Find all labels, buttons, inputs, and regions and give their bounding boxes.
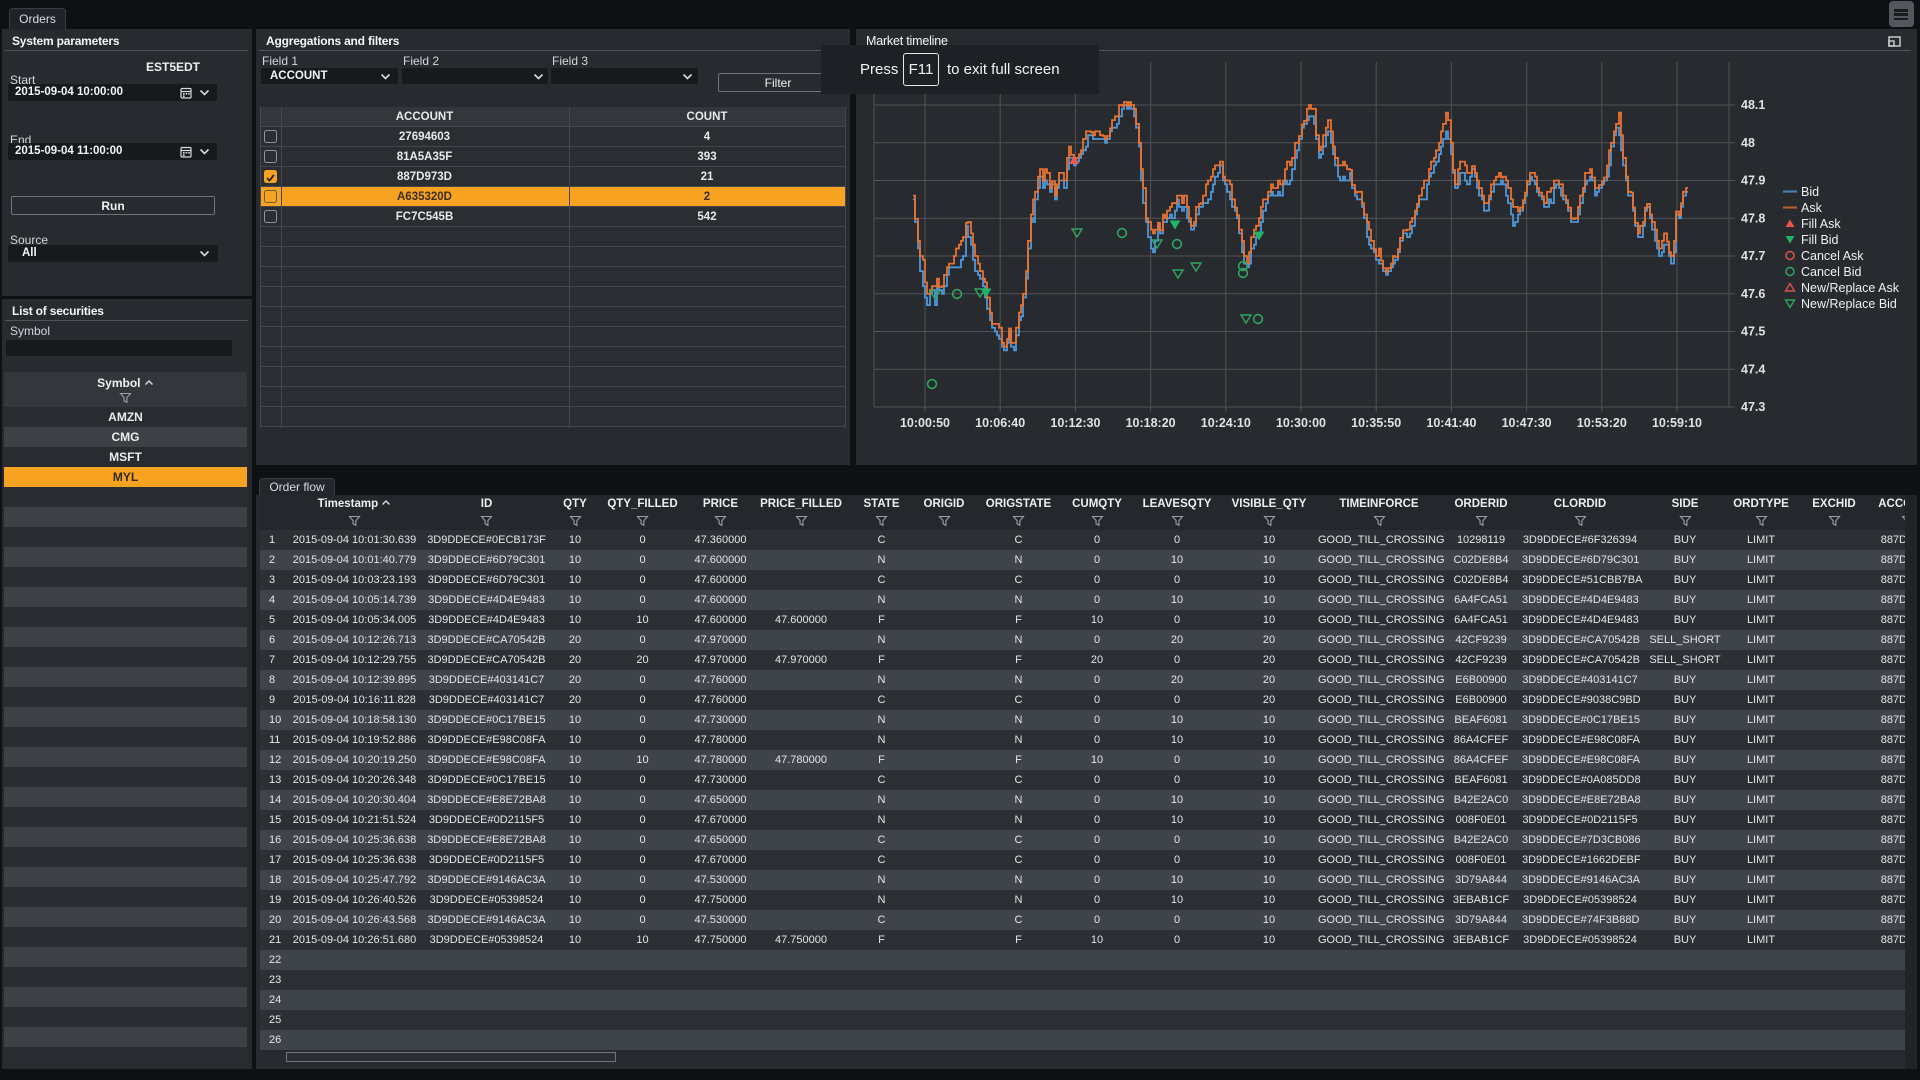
svg-text:Fill Bid: Fill Bid (1801, 233, 1839, 247)
svg-text:10:12:30: 10:12:30 (1050, 416, 1100, 430)
svg-text:10:47:30: 10:47:30 (1502, 416, 1552, 430)
svg-text:Fill Ask: Fill Ask (1801, 217, 1841, 231)
svg-text:Cancel Bid: Cancel Bid (1801, 265, 1861, 279)
svg-text:48.1: 48.1 (1741, 98, 1765, 112)
svg-text:47.9: 47.9 (1741, 174, 1765, 188)
svg-text:New/Replace Bid: New/Replace Bid (1801, 297, 1897, 311)
svg-text:47.4: 47.4 (1741, 362, 1765, 376)
svg-text:47.7: 47.7 (1741, 249, 1765, 263)
svg-text:47.8: 47.8 (1741, 211, 1765, 225)
svg-text:10:35:50: 10:35:50 (1351, 416, 1401, 430)
svg-text:10:06:40: 10:06:40 (975, 416, 1025, 430)
svg-text:47.3: 47.3 (1741, 400, 1765, 414)
svg-text:47.5: 47.5 (1741, 325, 1765, 339)
svg-text:47.6: 47.6 (1741, 287, 1765, 301)
svg-text:10:24:10: 10:24:10 (1201, 416, 1251, 430)
svg-text:10:30:00: 10:30:00 (1276, 416, 1326, 430)
svg-text:48: 48 (1741, 136, 1755, 150)
svg-text:10:59:10: 10:59:10 (1652, 416, 1702, 430)
svg-text:10:00:50: 10:00:50 (900, 416, 950, 430)
svg-text:Cancel Ask: Cancel Ask (1801, 249, 1864, 263)
svg-text:Bid: Bid (1801, 185, 1819, 199)
svg-text:10:18:20: 10:18:20 (1126, 416, 1176, 430)
svg-text:New/Replace Ask: New/Replace Ask (1801, 281, 1900, 295)
svg-text:10:53:20: 10:53:20 (1577, 416, 1627, 430)
svg-text:10:41:40: 10:41:40 (1426, 416, 1476, 430)
svg-text:Ask: Ask (1801, 201, 1823, 215)
